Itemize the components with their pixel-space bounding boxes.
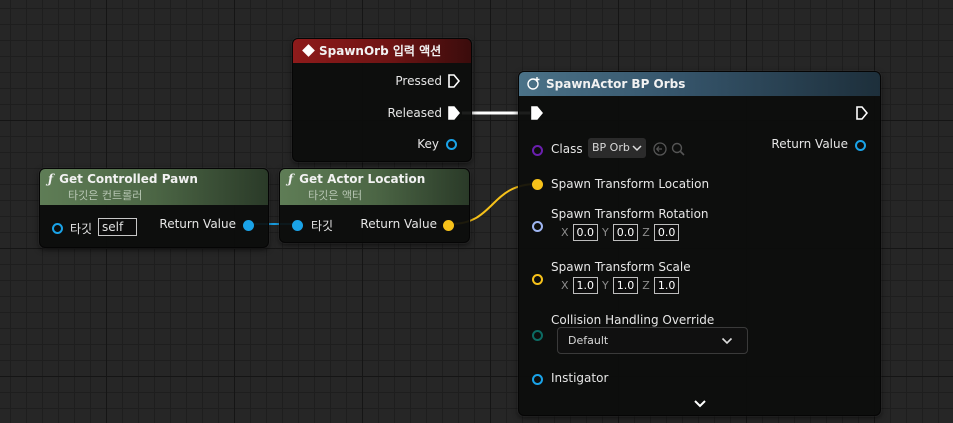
rotation-x-input[interactable]: 0.0: [572, 224, 599, 241]
key-label: Key: [417, 137, 439, 151]
use-selected-asset-icon[interactable]: [653, 142, 667, 156]
instigator-label: Instigator: [551, 371, 609, 385]
class-dropdown[interactable]: BP Orb: [588, 138, 646, 158]
rotation-z-input[interactable]: 0.0: [653, 224, 680, 241]
scale-y-input[interactable]: 1.0: [612, 277, 639, 294]
input-action-node[interactable]: SpawnOrb 입력 액션 Pressed Released Key: [292, 38, 472, 162]
class-pin[interactable]: [532, 145, 543, 156]
pawn-return-label: Return Value: [159, 217, 236, 231]
collision-dropdown[interactable]: Default: [557, 327, 748, 354]
get-actor-location-subtitle: 타깃은 액터: [308, 189, 363, 202]
spawn-actor-icon: [527, 77, 540, 90]
spawn-actor-node[interactable]: SpawnActor BP Orbs Class BP Orb Return V…: [518, 71, 881, 416]
spawn-actor-header: SpawnActor BP Orbs: [519, 72, 880, 96]
pressed-label: Pressed: [395, 74, 442, 88]
location-target-label: 타깃: [311, 219, 334, 233]
get-controlled-pawn-subtitle: 타깃은 컨트롤러: [68, 189, 143, 202]
rotation-y-input[interactable]: 0.0: [612, 224, 639, 241]
pressed-exec-pin[interactable]: [448, 74, 460, 88]
spawn-rotation-pin[interactable]: [532, 221, 543, 232]
scale-inputs: X 1.0 Y 1.0 Z 1.0: [561, 277, 680, 294]
scale-x-input[interactable]: 1.0: [572, 277, 599, 294]
spawn-scale-label: Spawn Transform Scale: [551, 260, 691, 274]
location-target-pin[interactable]: [292, 220, 303, 231]
spawn-rotation-label: Spawn Transform Rotation: [551, 207, 709, 221]
function-icon: ƒ: [288, 172, 294, 186]
spawn-actor-title: SpawnActor BP Orbs: [546, 77, 686, 91]
location-return-pin[interactable]: [443, 220, 454, 231]
rotation-y-label: Y: [602, 226, 609, 239]
function-icon: ƒ: [48, 172, 54, 186]
pawn-target-pin[interactable]: [52, 223, 63, 234]
spawn-location-pin[interactable]: [532, 179, 543, 190]
pawn-target-label: 타깃: [70, 222, 93, 236]
exec-out-pin[interactable]: [856, 106, 868, 120]
location-return-label: Return Value: [360, 217, 437, 231]
input-action-header: SpawnOrb 입력 액션: [293, 39, 471, 63]
get-actor-location-node[interactable]: ƒ Get Actor Location 타깃은 액터 타깃 Return Val…: [279, 168, 470, 243]
class-dropdown-value: BP Orb: [592, 141, 630, 154]
return-value-label: Return Value: [771, 137, 848, 151]
return-value-pin[interactable]: [855, 140, 866, 151]
input-action-icon: [302, 44, 315, 57]
spawn-location-label: Spawn Transform Location: [551, 177, 710, 191]
class-label: Class: [551, 142, 583, 156]
get-controlled-pawn-header: ƒ Get Controlled Pawn 타깃은 컨트롤러: [40, 169, 268, 205]
rotation-inputs: X 0.0 Y 0.0 Z 0.0: [561, 224, 680, 241]
released-label: Released: [387, 106, 442, 120]
browse-asset-icon[interactable]: [671, 142, 685, 156]
released-exec-pin[interactable]: [448, 106, 460, 120]
key-pin[interactable]: [446, 139, 457, 150]
rotation-z-label: Z: [642, 226, 650, 239]
exec-in-pin[interactable]: [531, 106, 543, 120]
collision-pin[interactable]: [532, 330, 543, 341]
get-actor-location-title: Get Actor Location: [299, 172, 426, 186]
scale-y-label: Y: [602, 279, 609, 292]
scale-z-label: Z: [642, 279, 650, 292]
get-controlled-pawn-title: Get Controlled Pawn: [59, 172, 198, 186]
get-controlled-pawn-node[interactable]: ƒ Get Controlled Pawn 타깃은 컨트롤러 타깃 self Re…: [39, 168, 269, 248]
input-action-title: SpawnOrb 입력 액션: [319, 44, 442, 58]
rotation-x-label: X: [561, 226, 569, 239]
get-actor-location-header: ƒ Get Actor Location 타깃은 액터: [280, 169, 469, 205]
chevron-down-icon: [721, 337, 733, 345]
collision-dropdown-value: Default: [568, 334, 609, 347]
spawn-scale-pin[interactable]: [532, 274, 543, 285]
self-input[interactable]: self: [98, 218, 137, 236]
scale-z-input[interactable]: 1.0: [653, 277, 680, 294]
collision-label: Collision Handling Override: [551, 313, 715, 327]
pawn-return-pin[interactable]: [243, 220, 254, 231]
instigator-pin[interactable]: [532, 374, 543, 385]
scale-x-label: X: [561, 279, 569, 292]
expand-chevron-icon[interactable]: [693, 399, 707, 409]
chevron-down-icon: [632, 145, 642, 152]
